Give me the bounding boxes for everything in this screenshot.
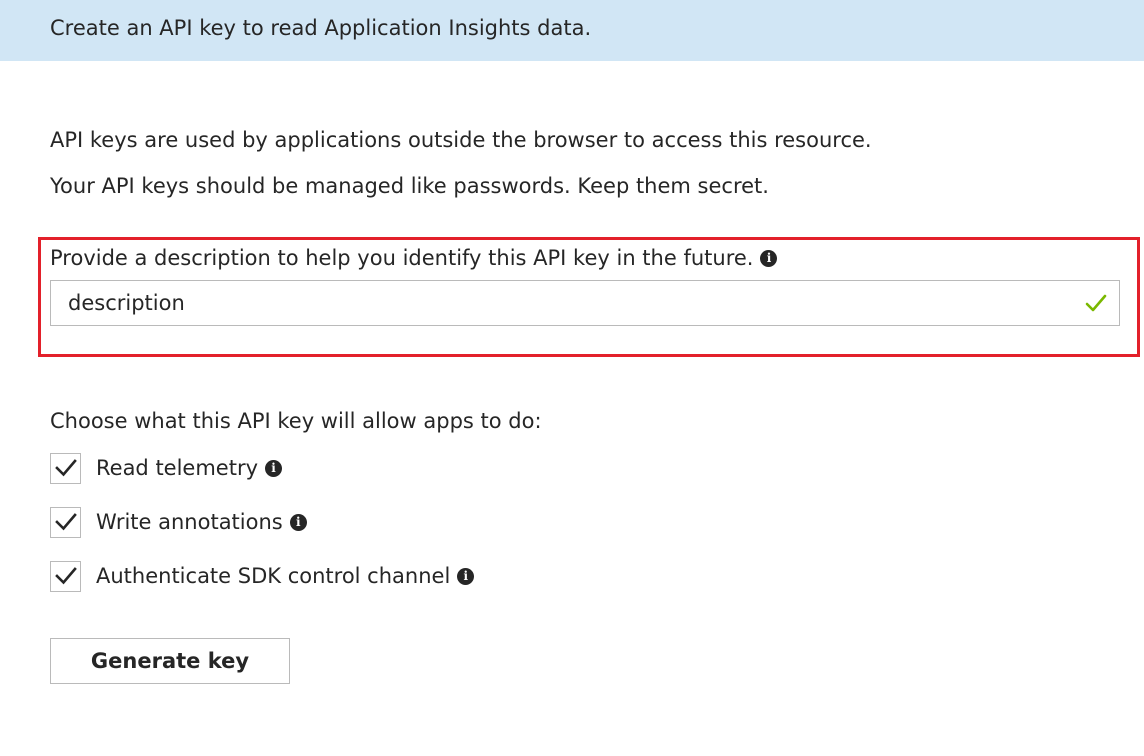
info-icon[interactable]: i (289, 513, 307, 531)
description-input[interactable] (51, 281, 1081, 325)
permissions-heading: Choose what this API key will allow apps… (50, 409, 542, 433)
permission-read-telemetry: Read telemetry i (50, 451, 283, 485)
info-icon[interactable]: i (457, 567, 475, 585)
info-icon[interactable]: i (265, 459, 283, 477)
generate-key-button[interactable]: Generate key (50, 638, 290, 684)
checkmark-icon (54, 459, 77, 477)
authenticate-sdk-label: Authenticate SDK control channel (96, 564, 451, 588)
checkmark-valid-icon (1085, 294, 1107, 312)
intro-text-line-1: API keys are used by applications outsid… (50, 128, 872, 152)
write-annotations-checkbox[interactable] (50, 506, 81, 538)
info-icon[interactable]: i (760, 249, 778, 267)
banner-text: Create an API key to read Application In… (50, 16, 592, 40)
permission-authenticate-sdk: Authenticate SDK control channel i (50, 559, 475, 593)
checkmark-icon (54, 513, 77, 531)
description-field[interactable] (50, 280, 1120, 326)
info-banner: Create an API key to read Application In… (0, 0, 1144, 61)
write-annotations-label: Write annotations (96, 510, 283, 534)
read-telemetry-checkbox[interactable] (50, 452, 81, 484)
description-label: Provide a description to help you identi… (50, 246, 754, 270)
create-api-key-panel: Create an API key to read Application In… (0, 0, 1144, 756)
permission-write-annotations: Write annotations i (50, 505, 307, 539)
description-label-row: Provide a description to help you identi… (50, 244, 778, 272)
read-telemetry-label: Read telemetry (96, 456, 259, 480)
authenticate-sdk-checkbox[interactable] (50, 560, 81, 592)
checkmark-icon (54, 567, 77, 585)
intro-text-line-2: Your API keys should be managed like pas… (50, 174, 769, 198)
